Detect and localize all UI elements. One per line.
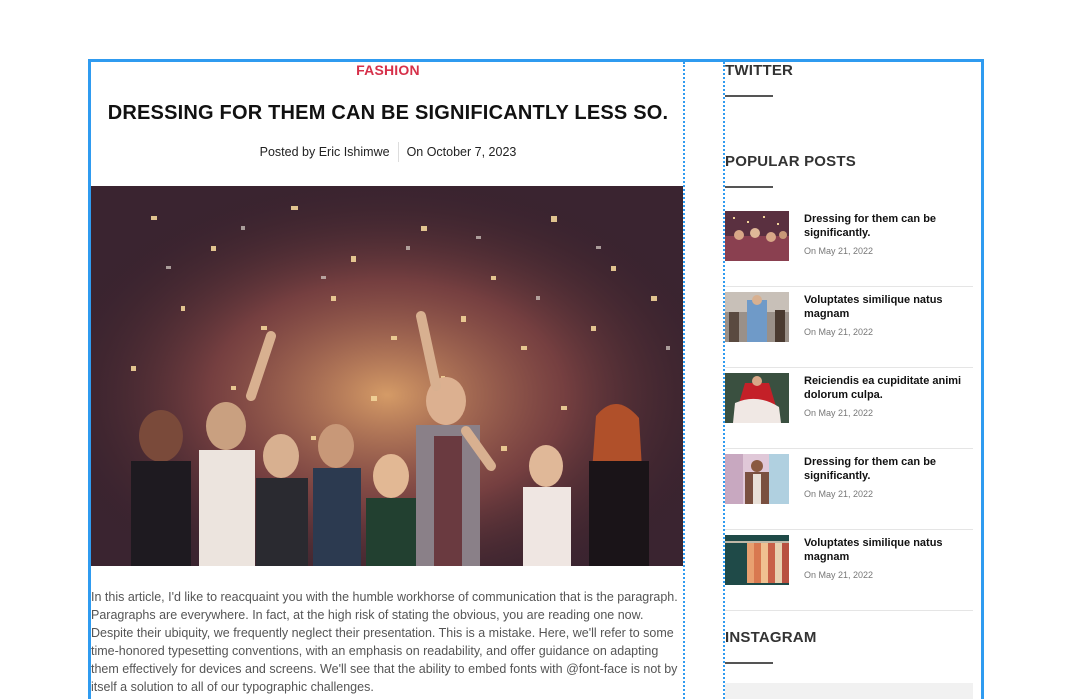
- popular-post-item[interactable]: Dressing for them can be significantly. …: [725, 449, 973, 530]
- instagram-heading: INSTAGRAM: [725, 629, 817, 646]
- street-fashion-thumbnail-image: [725, 292, 789, 342]
- popular-post-title[interactable]: Dressing for them can be significantly.: [804, 212, 969, 240]
- sidebar: TWITTER POPULAR POSTS Dressing for them …: [723, 62, 973, 699]
- article-paragraph: In this article, I'd like to reacquaint …: [91, 590, 678, 694]
- post-thumbnail[interactable]: [725, 292, 789, 342]
- post-thumbnail[interactable]: [725, 373, 789, 423]
- popular-post-date: On May 21, 2022: [804, 570, 874, 580]
- popular-posts-heading-rule: [725, 186, 773, 188]
- popular-post-item[interactable]: Voluptates similique natus magnam On May…: [725, 530, 973, 611]
- page-frame: FASHION DRESSING FOR THEM CAN BE SIGNIFI…: [88, 59, 984, 699]
- popular-post-date: On May 21, 2022: [804, 408, 874, 418]
- post-title[interactable]: DRESSING FOR THEM CAN BE SIGNIFICANTLY L…: [91, 102, 685, 125]
- popular-post-item[interactable]: Voluptates similique natus magnam On May…: [725, 287, 973, 368]
- popular-posts-list: Dressing for them can be significantly. …: [725, 206, 973, 611]
- popular-post-item[interactable]: Dressing for them can be significantly. …: [725, 206, 973, 287]
- red-dress-thumbnail-image: [725, 373, 789, 423]
- hero-image: [91, 186, 683, 566]
- party-confetti-photo: [91, 186, 683, 566]
- clothing-rack-thumbnail-image: [725, 535, 789, 585]
- article-column: FASHION DRESSING FOR THEM CAN BE SIGNIFI…: [91, 62, 685, 699]
- popular-post-date: On May 21, 2022: [804, 327, 874, 337]
- post-author[interactable]: Posted by Eric Ishimwe: [260, 145, 390, 159]
- popular-post-title[interactable]: Dressing for them can be significantly.: [804, 455, 969, 483]
- post-thumbnail[interactable]: [725, 535, 789, 585]
- post-thumbnail[interactable]: [725, 454, 789, 504]
- popular-post-date: On May 21, 2022: [804, 489, 874, 499]
- popular-post-title[interactable]: Voluptates similique natus magnam: [804, 293, 969, 321]
- post-meta: Posted by Eric Ishimwe On October 7, 202…: [91, 142, 685, 162]
- popular-post-title[interactable]: Voluptates similique natus magnam: [804, 536, 969, 564]
- twitter-heading: TWITTER: [725, 62, 794, 79]
- category-link[interactable]: FASHION: [91, 62, 685, 78]
- twitter-heading-rule: [725, 95, 773, 97]
- party-thumbnail-image: [725, 211, 789, 261]
- instagram-heading-rule: [725, 662, 773, 664]
- popular-post-item[interactable]: Reiciendis ea cupiditate animi dolorum c…: [725, 368, 973, 449]
- post-thumbnail[interactable]: [725, 211, 789, 261]
- popular-posts-heading: POPULAR POSTS: [725, 153, 856, 170]
- popular-post-title[interactable]: Reiciendis ea cupiditate animi dolorum c…: [804, 374, 969, 402]
- popular-post-date: On May 21, 2022: [804, 246, 874, 256]
- instagram-feed: [725, 683, 973, 699]
- meta-divider: [397, 142, 399, 162]
- post-date: On October 7, 2023: [406, 145, 517, 159]
- man-coat-thumbnail-image: [725, 454, 789, 504]
